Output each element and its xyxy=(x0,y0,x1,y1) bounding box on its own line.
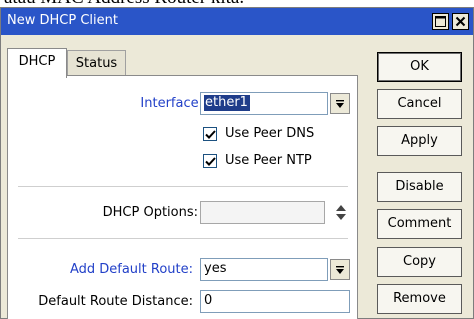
add-default-route-label: Add Default Route: xyxy=(69,262,193,277)
tab-dhcp[interactable]: DHCP xyxy=(7,48,67,78)
default-route-distance-input[interactable]: 0 xyxy=(200,290,350,313)
window-title: New DHCP Client xyxy=(7,13,118,28)
cancel-button[interactable]: Cancel xyxy=(377,89,462,119)
default-route-distance-label: Default Route Distance: xyxy=(38,294,193,309)
up-down-arrows-icon[interactable] xyxy=(334,202,348,224)
interface-value: ether1 xyxy=(204,95,250,111)
checkmark-icon xyxy=(204,156,216,166)
dhcp-client-window: New DHCP Client DHCP Status Interface: e… xyxy=(0,7,474,319)
tab-status[interactable]: Status xyxy=(67,50,126,76)
close-icon xyxy=(455,16,466,27)
dropdown-arrow-icon xyxy=(336,99,344,108)
apply-button[interactable]: Apply xyxy=(377,126,462,156)
dhcp-options-field[interactable] xyxy=(200,201,325,224)
use-peer-ntp-label: Use Peer NTP xyxy=(225,153,312,168)
checkmark-icon xyxy=(204,129,216,139)
title-bar[interactable]: New DHCP Client xyxy=(1,8,473,35)
use-peer-dns-checkbox[interactable] xyxy=(203,127,217,141)
interface-dropdown-button[interactable] xyxy=(330,93,350,114)
copy-button[interactable]: Copy xyxy=(377,247,462,277)
dhcp-options-label: DHCP Options: xyxy=(102,205,198,220)
ok-button[interactable]: OK xyxy=(377,52,462,82)
use-peer-dns-label: Use Peer DNS xyxy=(225,126,315,141)
dropdown-arrow-icon xyxy=(336,265,344,274)
add-default-route-select[interactable]: yes xyxy=(200,258,328,281)
add-default-route-dropdown-button[interactable] xyxy=(330,259,350,280)
interface-select[interactable]: ether1 xyxy=(200,92,328,115)
remove-button[interactable]: Remove xyxy=(377,284,462,314)
separator xyxy=(18,238,348,239)
use-peer-ntp-checkbox[interactable] xyxy=(203,154,217,168)
comment-button[interactable]: Comment xyxy=(377,209,462,239)
page: atau MAC Address Router kita. New DHCP C… xyxy=(0,0,474,319)
maximize-icon xyxy=(435,16,446,27)
dhcp-tab-panel: Interface: ether1 Use Peer DNS Use Peer … xyxy=(7,75,358,319)
disable-button[interactable]: Disable xyxy=(377,172,462,202)
maximize-button[interactable] xyxy=(432,13,449,30)
separator xyxy=(18,186,348,187)
interface-label: Interface: xyxy=(140,96,203,111)
close-button[interactable] xyxy=(452,13,469,30)
